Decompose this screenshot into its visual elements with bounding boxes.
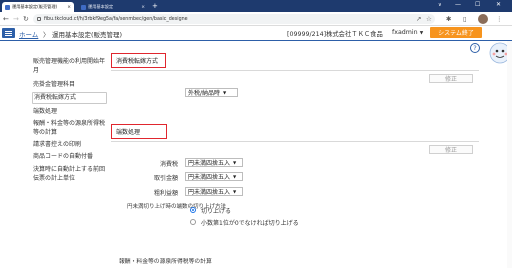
radio-roundup-if-nonzero-label[interactable]: 小数第1位が0でなければ切り上げる (201, 218, 299, 227)
transaction-amount-select[interactable]: 円未満四捨五入 ▼ (185, 172, 243, 181)
sidebar-item-product-code[interactable]: 商品コードの自動付番 (33, 153, 108, 162)
maximize-button[interactable]: ☐ (475, 1, 480, 8)
tab-close-icon[interactable]: × (141, 5, 145, 10)
sidebar: 販売管理機能の利用開始年月 売掛金管理科目 消費税転嫁方式 端数処理 報酬・料金… (0, 41, 108, 268)
home-link[interactable]: ホーム (19, 29, 38, 39)
sidebar-item-receivables[interactable]: 売掛金管理科目 (33, 81, 108, 90)
chevron-down-icon: ▼ (233, 160, 237, 165)
address-bar-row: ← → ↻ fibu.tkcloud.cf/h/3rbkf9eg5a/fa/se… (0, 12, 512, 26)
url-text: fibu.tkcloud.cf/h/3rbkf9eg5a/fa/senmbec/… (44, 16, 188, 22)
tab-title: 運用基本設定 (88, 4, 114, 9)
tab-close-icon[interactable]: × (67, 5, 71, 10)
main-content: 消費税転嫁方式 修正 外税/納品時 ▼ 端数処理 修正 消費税 円未満四捨五入 … (108, 41, 488, 268)
extensions-icon[interactable]: ✱ (446, 14, 451, 24)
tab-search-icon[interactable]: ∨ (438, 2, 442, 8)
bookmark-star-icon[interactable]: ☆ (426, 14, 432, 24)
roundup-method-label: 円未満切り上げ時の端数の切り上げ方法 (127, 204, 227, 210)
chevron-down-icon: ▼ (419, 31, 424, 36)
lock-icon (37, 17, 41, 21)
sidebar-item-start-date[interactable]: 販売管理機能の利用開始年月 (33, 58, 108, 75)
radio-roundup[interactable] (190, 207, 196, 213)
tax-method-value: 外税/納品時 (188, 90, 221, 97)
tab-title: 運用基本設定(販売管理) (12, 4, 58, 9)
section-title-tax-method: 消費税転嫁方式 (111, 53, 166, 68)
radio-roundup-label[interactable]: 切り上げる (201, 206, 231, 215)
page-scrollbar[interactable] (507, 41, 512, 268)
user-menu[interactable]: fxadmin ▼ (392, 29, 423, 36)
browser-tab-strip: 運用基本設定(販売管理) × 運用基本設定 × + ∨ — ☐ ✕ (0, 0, 512, 12)
sidebar-item-withholding[interactable]: 報酬・料金等の源泉所得税等の計算 (33, 120, 108, 137)
chevron-down-icon: ▼ (233, 189, 237, 194)
gross-profit-value: 円未満四捨五入 (188, 189, 231, 196)
browser-tab-active[interactable]: 運用基本設定(販売管理) × (2, 2, 74, 12)
breadcrumb-separator: 〉 (43, 31, 50, 39)
gross-profit-select[interactable]: 円未満四捨五入 ▼ (185, 187, 243, 196)
chevron-down-icon: ▼ (223, 90, 227, 95)
tab-favicon-icon (5, 4, 10, 10)
sidebar-item-rounding[interactable]: 端数処理 (33, 108, 108, 117)
consumption-tax-select[interactable]: 円未満四捨五入 ▼ (185, 158, 243, 167)
transaction-amount-label: 取引金額 (153, 175, 178, 182)
chevron-down-icon: ▼ (233, 174, 237, 179)
gross-profit-label: 粗利益額 (153, 190, 178, 197)
tax-method-select[interactable]: 外税/納品時 ▼ (185, 88, 238, 97)
close-window-button[interactable]: ✕ (496, 1, 501, 8)
tab-favicon-icon (81, 4, 86, 10)
divider (111, 70, 479, 71)
back-arrow-icon[interactable]: ← (3, 14, 9, 24)
company-label: [09999/214]株式会社ＴＫＣ食品 (287, 31, 383, 38)
browser-tab-inactive[interactable]: 運用基本設定 × (78, 2, 148, 12)
edit-tax-method-button[interactable]: 修正 (429, 74, 473, 83)
system-exit-button[interactable]: システム終了 (430, 27, 482, 38)
app-header: ホーム 〉 運用基本設定(販売管理) [09999/214]株式会社ＴＫＣ食品 … (0, 26, 512, 41)
side-panel-icon[interactable]: ▯ (463, 14, 467, 24)
radio-roundup-if-nonzero[interactable] (190, 219, 196, 225)
reload-icon[interactable]: ↻ (23, 14, 29, 24)
divider (111, 141, 479, 142)
section-title-withholding: 報酬・料金等の源泉所得税等の計算 (119, 259, 212, 265)
url-field[interactable]: fibu.tkcloud.cf/h/3rbkf9eg5a/fa/senmbec/… (33, 14, 435, 24)
sidebar-item-closing-unit[interactable]: 決算時に自動計上する前回伝票の計上単位 (33, 166, 108, 183)
sidebar-item-invoice-copy[interactable]: 請求書控えの印刷 (33, 141, 108, 150)
consumption-tax-label: 消費税 (159, 161, 178, 168)
edit-rounding-button[interactable]: 修正 (429, 145, 473, 154)
forward-arrow-icon[interactable]: → (13, 14, 19, 24)
transaction-amount-value: 円未満四捨五入 (188, 174, 231, 181)
breadcrumb-current: 運用基本設定(販売管理) (52, 31, 123, 39)
section-title-rounding: 端数処理 (111, 124, 167, 139)
user-name: fxadmin (392, 29, 418, 36)
hamburger-menu-button[interactable] (2, 28, 15, 38)
profile-avatar[interactable] (478, 14, 488, 24)
browser-menu-icon[interactable]: ⋮ (496, 14, 503, 24)
sidebar-item-tax-method[interactable]: 消費税転嫁方式 (32, 92, 107, 104)
new-tab-button[interactable]: + (152, 2, 158, 10)
share-icon[interactable]: ↗ (416, 14, 421, 24)
minimize-button[interactable]: — (455, 1, 461, 8)
consumption-tax-value: 円未満四捨五入 (188, 160, 231, 167)
